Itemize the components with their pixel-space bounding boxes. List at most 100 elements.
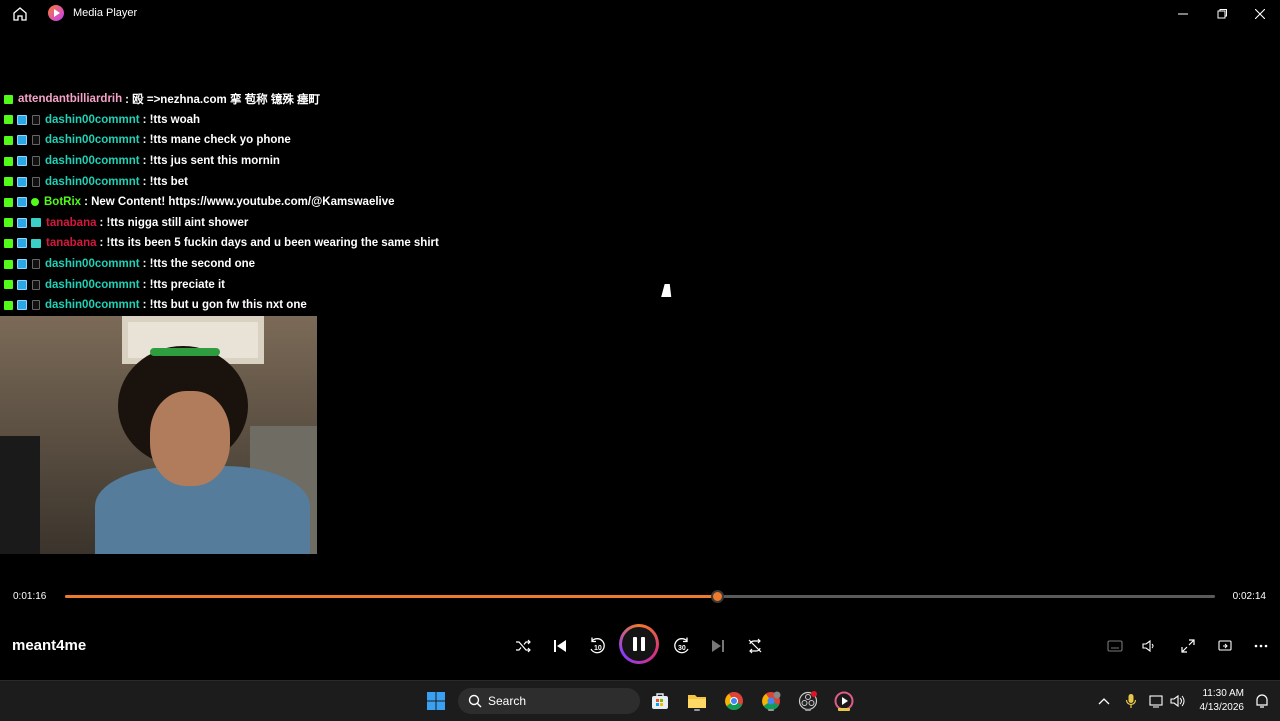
chat-username[interactable]: tanabana <box>46 237 97 249</box>
founder-badge-icon <box>31 218 41 228</box>
chat-text: : !tts mane check yo phone <box>142 134 291 147</box>
chevron-up-icon <box>1098 698 1110 705</box>
chat-username[interactable]: dashin00commnt <box>45 258 140 270</box>
chat-message: dashin00commnt: !tts jus sent this morni… <box>0 151 700 172</box>
media-player-taskbar-app[interactable] <box>832 689 856 713</box>
chat-username[interactable]: dashin00commnt <box>45 176 140 188</box>
store-icon <box>652 693 668 709</box>
chat-username[interactable]: BotRix <box>44 196 81 208</box>
tray-overflow[interactable] <box>1092 689 1116 713</box>
kick-badge-icon <box>4 259 13 269</box>
file-explorer-app[interactable] <box>685 689 709 713</box>
previous-icon <box>554 640 566 652</box>
captions-button[interactable] <box>1102 633 1128 659</box>
skip-forward-label: 30 <box>678 645 686 652</box>
obs-icon <box>798 691 818 711</box>
moderator-badge-icon <box>17 300 27 311</box>
kick-badge-icon <box>4 94 13 104</box>
chat-text: : New Content! https://www.youtube.com/@… <box>84 196 395 209</box>
chat-text: : !tts preciate it <box>142 278 226 291</box>
notifications-button[interactable] <box>1250 689 1274 713</box>
current-time: 0:01:16 <box>13 591 47 602</box>
volume-button[interactable] <box>1136 633 1162 659</box>
shuffle-button[interactable] <box>510 633 536 659</box>
moderator-badge-icon <box>17 197 27 208</box>
subscriber-badge-icon <box>32 114 40 125</box>
moderator-badge-icon <box>17 259 27 270</box>
chrome-profile-app[interactable] <box>759 689 783 713</box>
kick-badge-icon <box>4 300 13 310</box>
pause-button[interactable] <box>619 624 659 664</box>
folder-icon <box>688 695 706 708</box>
chat-message: tanabana: !tts its been 5 fuckin days an… <box>0 233 700 254</box>
network-icon <box>1149 695 1163 708</box>
subscriber-badge-icon <box>32 176 40 187</box>
chat-username[interactable]: dashin00commnt <box>45 155 140 167</box>
chat-username[interactable]: tanabana <box>46 217 97 229</box>
obs-app[interactable] <box>796 689 820 713</box>
chrome-profile-icon <box>762 691 781 710</box>
seek-bar-progress <box>65 595 718 598</box>
taskbar: Search 11:30 AM 4/13/2026 <box>0 680 1280 721</box>
microphone-indicator[interactable] <box>1119 689 1143 713</box>
moderator-badge-icon <box>17 156 27 167</box>
chat-username[interactable]: dashin00commnt <box>45 279 140 291</box>
bell-icon <box>1256 694 1268 708</box>
cast-button[interactable] <box>1212 633 1238 659</box>
next-button[interactable] <box>705 633 731 659</box>
taskbar-search[interactable]: Search <box>458 688 640 714</box>
repeat-button[interactable] <box>742 633 768 659</box>
chat-message: tanabana: !tts nigga still aint shower <box>0 213 700 234</box>
total-time: 0:02:14 <box>1232 591 1266 602</box>
chat-message: dashin00commnt: !tts bet <box>0 171 700 192</box>
seek-bar-thumb[interactable] <box>711 590 725 603</box>
chat-message: dashin00commnt: !tts woah <box>0 110 700 131</box>
skip-forward-button[interactable]: 30 <box>669 633 695 659</box>
kick-badge-icon <box>4 135 13 145</box>
close-button[interactable] <box>1241 0 1279 27</box>
founder-badge-icon <box>31 238 41 248</box>
chat-overlay: attendantbilliardrih: 殴 =>nezhna.com 挛 苞… <box>0 89 700 316</box>
subscriber-badge-icon <box>32 259 40 270</box>
minimize-button[interactable] <box>1164 0 1202 27</box>
chat-username[interactable]: dashin00commnt <box>45 114 140 126</box>
seek-bar[interactable] <box>65 590 1215 603</box>
shuffle-icon <box>516 639 531 653</box>
chat-text: : !tts jus sent this mornin <box>142 155 280 168</box>
kick-badge-icon <box>4 115 13 125</box>
speaker-icon <box>1170 694 1185 708</box>
moderator-badge-icon <box>17 114 27 125</box>
cast-icon <box>1218 640 1232 651</box>
moderator-badge-icon <box>17 176 27 187</box>
moderator-badge-icon <box>17 217 27 228</box>
kick-badge-icon <box>4 177 13 187</box>
clock[interactable]: 11:30 AM 4/13/2026 <box>1196 687 1245 715</box>
title-bar: Media Player <box>0 0 1280 27</box>
skip-back-button[interactable]: 10 <box>584 633 610 659</box>
chat-text: : !tts its been 5 fuckin days and u been… <box>99 237 439 250</box>
kick-badge-icon <box>4 156 13 166</box>
more-options-button[interactable] <box>1248 633 1274 659</box>
start-button[interactable] <box>424 689 448 713</box>
chat-username[interactable]: dashin00commnt <box>45 299 140 311</box>
kick-badge-icon <box>4 238 13 248</box>
chat-message: dashin00commnt: !tts but u gon fw this n… <box>0 295 700 316</box>
fullscreen-button[interactable] <box>1175 633 1201 659</box>
chat-message: dashin00commnt: !tts mane check yo phone <box>0 130 700 151</box>
store-app[interactable] <box>648 689 672 713</box>
home-icon[interactable] <box>12 6 28 22</box>
chrome-app[interactable] <box>722 689 746 713</box>
chat-username[interactable]: dashin00commnt <box>45 134 140 146</box>
maximize-button[interactable] <box>1203 0 1241 27</box>
more-icon <box>1254 644 1268 648</box>
subscriber-badge-icon <box>32 300 40 311</box>
pause-icon <box>633 637 645 651</box>
chat-username[interactable]: attendantbilliardrih <box>18 93 122 105</box>
moderator-badge-icon <box>17 238 27 249</box>
skip-back-label: 10 <box>594 645 602 652</box>
webcam-overlay <box>0 316 317 554</box>
volume-indicator[interactable] <box>1166 689 1190 713</box>
previous-button[interactable] <box>547 633 573 659</box>
subscriber-badge-icon <box>32 279 40 290</box>
kick-badge-icon <box>4 218 13 228</box>
